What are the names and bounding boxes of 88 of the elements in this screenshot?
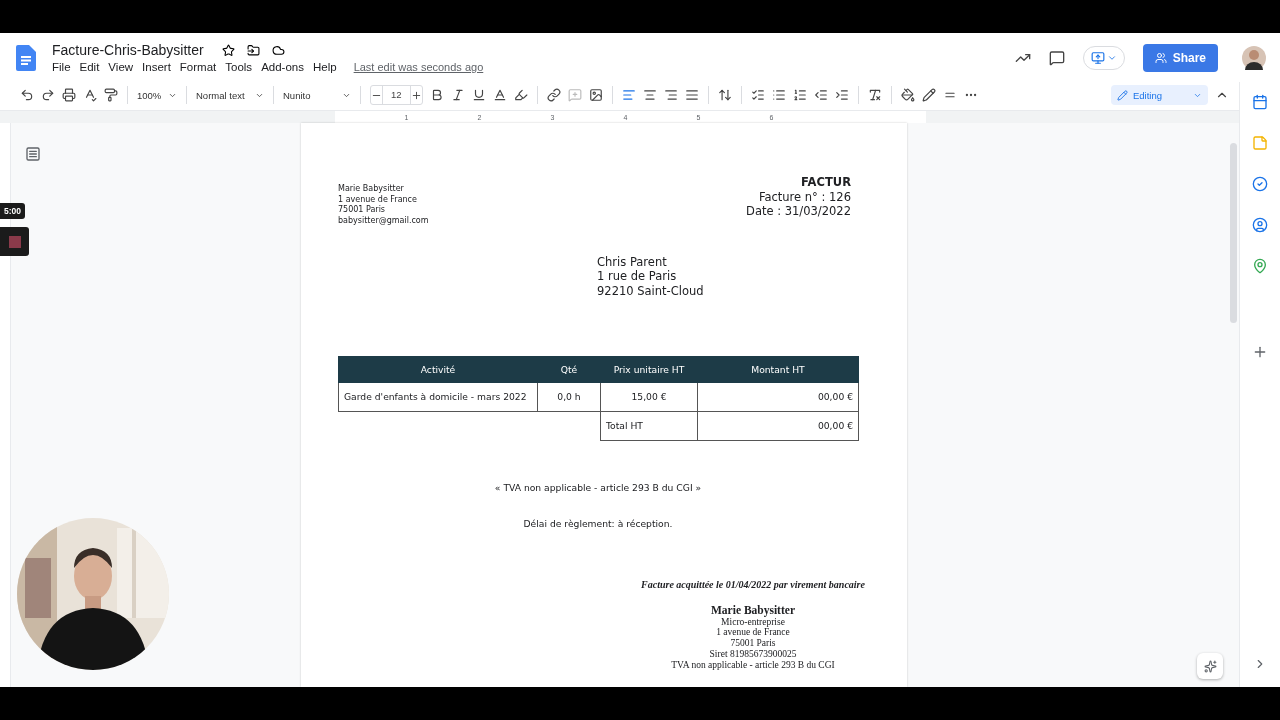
undo-icon[interactable] <box>20 88 34 102</box>
recipient-line: Chris Parent <box>597 254 668 270</box>
paid-note: Facture acquittée le 01/04/2022 par virement bancaire <box>641 578 865 590</box>
contacts-icon[interactable] <box>1252 217 1268 233</box>
checklist-icon[interactable] <box>750 88 765 102</box>
spellcheck-icon[interactable] <box>83 88 97 102</box>
justify-icon[interactable] <box>684 88 699 102</box>
signature-line: Micro-entreprise <box>721 616 785 628</box>
italic-icon[interactable] <box>450 88 465 102</box>
fill-color-icon[interactable] <box>900 88 915 102</box>
people-icon <box>1154 51 1167 64</box>
menu-item[interactable]: Help <box>312 61 346 73</box>
invoice-number: Facture n° : 126 <box>758 189 851 205</box>
menu-item[interactable]: Insert <box>142 61 180 73</box>
indent-increase-icon[interactable] <box>834 88 849 102</box>
signature-line: Siret 81985673900025 <box>709 649 797 660</box>
table-cell: 0,0 h <box>537 382 601 412</box>
sender-line: babysitter@gmail.com <box>338 216 429 227</box>
docs-logo-icon[interactable] <box>16 44 36 71</box>
sender-line: 1 avenue de France <box>338 194 418 205</box>
table-cell: 00,00 € <box>697 411 859 441</box>
recording-timer: 5:00 <box>0 203 25 219</box>
sparkle-icon <box>1203 659 1217 673</box>
text-color-icon[interactable] <box>492 88 507 102</box>
avatar[interactable] <box>1242 45 1266 70</box>
document-title[interactable]: Facture-Chris-Babysitter <box>52 42 204 58</box>
last-edit-link[interactable]: Last edit was seconds ago <box>353 61 484 73</box>
column-header: Qté <box>537 356 601 383</box>
scrollbar-thumb[interactable] <box>1230 143 1237 323</box>
bullet-list-icon[interactable] <box>771 88 786 102</box>
add-icon[interactable] <box>1252 344 1268 360</box>
zoom-dropdown[interactable]: 100% <box>137 89 177 101</box>
comment-icon[interactable] <box>1048 49 1065 66</box>
invoice-date: Date : 31/03/2022 <box>746 204 851 219</box>
table-cell: Total HT <box>600 411 698 441</box>
signature-line: 75001 Paris <box>730 638 776 649</box>
recipient-line: 92210 Saint-Cloud <box>597 284 705 299</box>
numbered-list-icon[interactable] <box>792 88 807 102</box>
menu-item[interactable]: Tools <box>225 61 262 73</box>
table-cell: Garde d'enfants à domicile - mars 2022 <box>338 382 538 412</box>
indent-decrease-icon[interactable] <box>813 88 828 102</box>
image-icon[interactable] <box>588 88 603 102</box>
explore-button[interactable] <box>1197 653 1223 679</box>
paint-format-icon[interactable] <box>104 88 118 102</box>
recipient-line: 1 rue de Paris <box>597 269 678 284</box>
signature-name: Marie Babysitter <box>711 603 795 617</box>
column-header: Prix unitaire HT <box>600 356 698 383</box>
table-cell: 00,00 € <box>697 382 859 412</box>
highlight-icon[interactable] <box>513 88 528 102</box>
share-button[interactable]: Share <box>1142 43 1218 72</box>
calendar-icon[interactable] <box>1252 94 1268 110</box>
underline-icon[interactable] <box>471 88 486 102</box>
column-header: Montant HT <box>697 356 859 383</box>
sender-line: 75001 Paris <box>338 205 387 216</box>
map-pin-icon[interactable] <box>1252 258 1268 274</box>
pencil-icon <box>1117 89 1128 101</box>
menu-item[interactable]: View <box>108 61 143 73</box>
monitor-icon <box>1090 50 1105 65</box>
border-color-icon[interactable] <box>921 88 936 102</box>
line-spacing-icon[interactable] <box>717 88 732 102</box>
increase-size-icon[interactable] <box>410 89 422 101</box>
table-cell: 15,00 € <box>600 382 698 412</box>
tasks-icon[interactable] <box>1252 176 1268 192</box>
invoice-title: FACTUR <box>801 175 851 190</box>
link-icon[interactable] <box>546 88 561 102</box>
signature-line: 1 avenue de France <box>716 627 790 639</box>
editing-mode-dropdown[interactable]: Editing <box>1111 85 1208 105</box>
folder-icon[interactable] <box>246 43 260 57</box>
outline-icon[interactable] <box>25 146 41 162</box>
signature-line: TVA non applicable - article 293 B du CGI <box>671 659 835 671</box>
style-dropdown[interactable]: Normal text <box>196 89 264 101</box>
redo-icon[interactable] <box>41 88 55 102</box>
align-left-icon[interactable] <box>621 88 636 102</box>
align-right-icon[interactable] <box>663 88 678 102</box>
menu-item[interactable]: Add-ons <box>261 61 313 73</box>
menu-item[interactable]: Format <box>179 61 226 73</box>
star-icon[interactable] <box>221 43 235 57</box>
menu-item[interactable]: Edit <box>79 61 109 73</box>
column-header: Activité <box>338 356 538 383</box>
menu-item[interactable]: File <box>52 61 80 73</box>
print-icon[interactable] <box>62 88 76 102</box>
vat-note: « TVA non applicable - article 293 B du CGI » <box>494 481 702 493</box>
clear-formatting-icon[interactable] <box>867 88 882 102</box>
payment-terms: Délai de règlement: à réception. <box>523 517 673 529</box>
align-center-icon[interactable] <box>642 88 657 102</box>
sender-line: Marie Babysitter <box>338 184 405 195</box>
cloud-icon[interactable] <box>271 43 285 57</box>
font-dropdown[interactable]: Nunito <box>283 89 351 101</box>
